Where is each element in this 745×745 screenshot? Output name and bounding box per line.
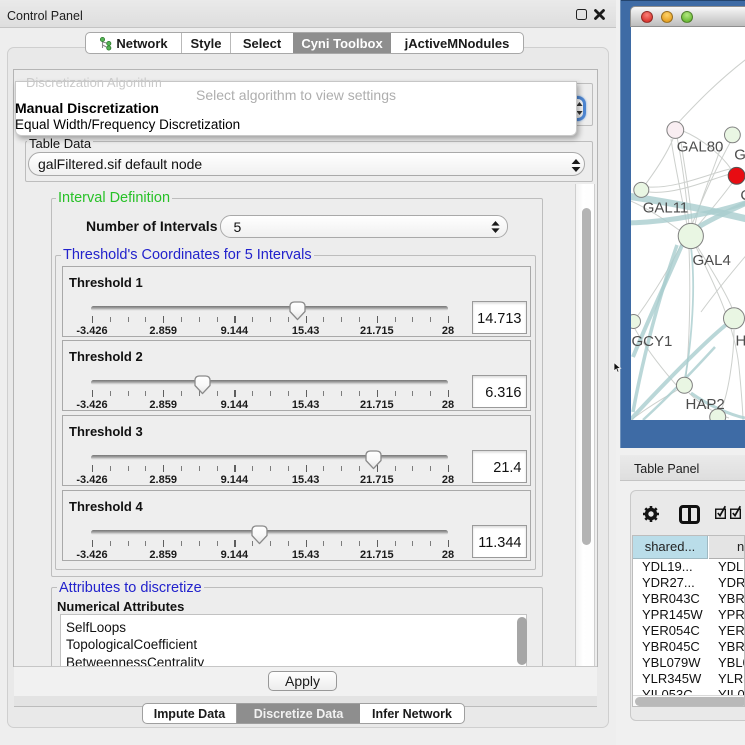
- svg-text:C: C: [740, 187, 745, 204]
- svg-text:H: H: [736, 333, 745, 350]
- svg-text:G.: G.: [734, 146, 745, 163]
- svg-text:GCY1: GCY1: [632, 333, 673, 350]
- svg-text:GAL80: GAL80: [677, 139, 724, 156]
- svg-text:GAL11: GAL11: [643, 199, 689, 216]
- svg-text:GAL4: GAL4: [693, 252, 731, 269]
- svg-text:HAP2: HAP2: [686, 396, 725, 413]
